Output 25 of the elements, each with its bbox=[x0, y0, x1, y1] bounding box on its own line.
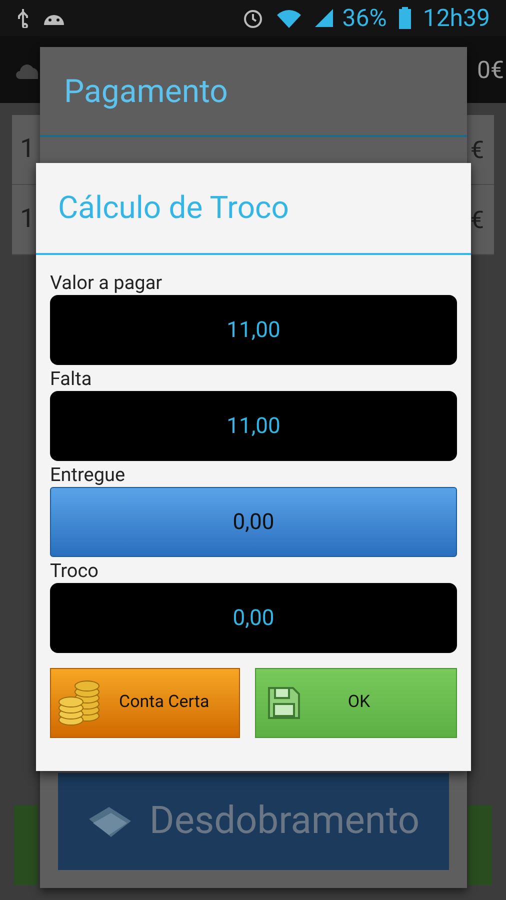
usb-icon bbox=[16, 8, 30, 28]
row-quantity: 1 bbox=[20, 133, 35, 166]
dialog-title: Cálculo de Troco bbox=[58, 188, 289, 228]
wifi-icon bbox=[276, 8, 302, 28]
clock: 12h39 bbox=[422, 3, 490, 34]
row-quantity: 1 bbox=[20, 203, 35, 236]
alarm-icon bbox=[242, 7, 264, 29]
dialog-title: Pagamento bbox=[64, 71, 228, 112]
banknotes-icon bbox=[87, 804, 134, 838]
signal-icon bbox=[314, 8, 334, 28]
row-amount: € bbox=[470, 134, 485, 166]
amount-display: 11,00 bbox=[50, 391, 457, 461]
battery-percentage: 36% bbox=[342, 3, 387, 34]
field-label: Falta bbox=[50, 367, 93, 391]
amount-display: 0,00 bbox=[50, 583, 457, 653]
exact-amount-button[interactable]: Conta Certa bbox=[50, 668, 240, 738]
row-amount: € bbox=[470, 204, 485, 236]
field-label: Entregue bbox=[50, 463, 126, 487]
amount-input-field[interactable]: 0,00 bbox=[50, 487, 457, 557]
ok-button[interactable]: OK bbox=[255, 668, 457, 738]
battery-icon bbox=[398, 7, 411, 29]
field-label: Valor a pagar bbox=[50, 271, 164, 295]
amount-display: 11,00 bbox=[50, 295, 457, 365]
total-amount: 0€ bbox=[477, 54, 505, 86]
field-label: Troco bbox=[50, 559, 100, 583]
